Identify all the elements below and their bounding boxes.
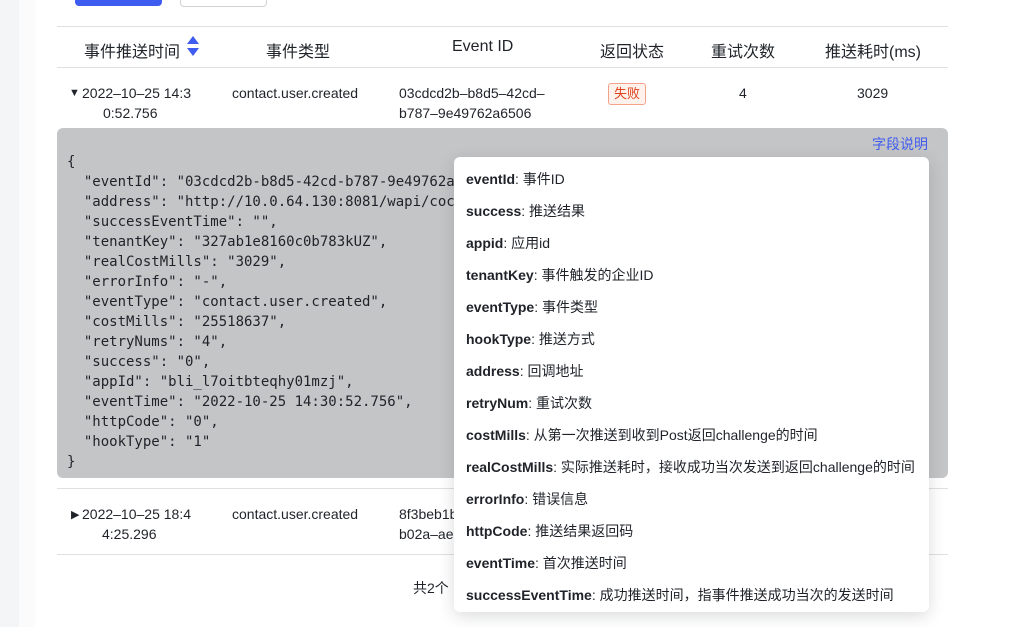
row-event-id-line1: 8f3beb1b: [399, 506, 458, 522]
field-desc-item: eventId: 事件ID: [466, 171, 565, 187]
sort-icon[interactable]: [186, 34, 200, 58]
field-desc-item: costMills: 从第一次推送到收到Post返回challenge的时间: [466, 427, 818, 443]
row-cost: 3029: [857, 85, 889, 101]
field-desc-item: success: 推送结果: [466, 203, 586, 219]
primary-action-button[interactable]: [75, 0, 162, 6]
row-event-id-line2: b787–9e49762a6506: [399, 105, 532, 121]
field-desc-item: realCostMills: 实际推送耗时，接收成功当次发送到返回challen…: [466, 459, 915, 475]
column-header-push-time[interactable]: 事件推送时间: [84, 38, 180, 62]
field-desc-item: eventType: 事件类型: [466, 299, 598, 315]
row-event-type: contact.user.created: [232, 85, 359, 101]
row-event-id-line1: 03cdcd2b–b8d5–42cd–: [399, 85, 545, 101]
secondary-action-button[interactable]: [180, 0, 267, 7]
column-header-event-type: 事件类型: [266, 44, 331, 61]
column-header-status: 返回状态: [600, 44, 665, 61]
field-desc-item: errorInfo: 错误信息: [466, 491, 589, 507]
field-desc-item: appid: 应用id: [466, 235, 551, 251]
column-header-event-id: Event ID: [452, 38, 514, 55]
row-time-line2: 0:52.756: [103, 105, 158, 121]
row-time-line1: 2022–10–25 14:3: [82, 85, 191, 101]
column-header-retries: 重试次数: [711, 44, 776, 61]
field-description-popover: eventId: 事件ID success: 推送结果 appid: 应用id …: [454, 157, 929, 612]
field-desc-item: tenantKey: 事件触发的企业ID: [466, 267, 654, 283]
collapse-icon[interactable]: ▼: [69, 87, 80, 99]
row-retries: 4: [739, 85, 747, 101]
status-badge: 失败: [608, 83, 647, 105]
field-desc-item: retryNum: 重试次数: [466, 395, 593, 411]
event-json: { "eventId": "03cdcd2b-b8d5-42cd-b787-9e…: [67, 154, 455, 470]
field-desc-item: eventTime: 首次推送时间: [466, 555, 627, 571]
field-desc-item: successEventTime: 成功推送时间，指事件推送成功当次的发送时间: [466, 587, 894, 603]
expand-icon[interactable]: ▶: [71, 508, 79, 521]
field-desc-item: httpCode: 推送结果返回码: [466, 523, 634, 539]
row-event-type: contact.user.created: [232, 506, 359, 522]
table-top-border: [57, 26, 948, 27]
column-header-cost: 推送耗时(ms): [825, 44, 921, 61]
pagination-total: 共2个: [413, 580, 449, 596]
field-desc-item: hookType: 推送方式: [466, 331, 595, 347]
field-desc-item: address: 回调地址: [466, 363, 584, 379]
table-header-divider: [57, 67, 948, 68]
row-event-id-line2: b02a–ae: [399, 526, 454, 542]
field-description-link[interactable]: 字段说明: [872, 134, 928, 154]
row-time-line2: 4:25.296: [102, 526, 157, 542]
row-time-line1: 2022–10–25 18:4: [82, 506, 191, 522]
